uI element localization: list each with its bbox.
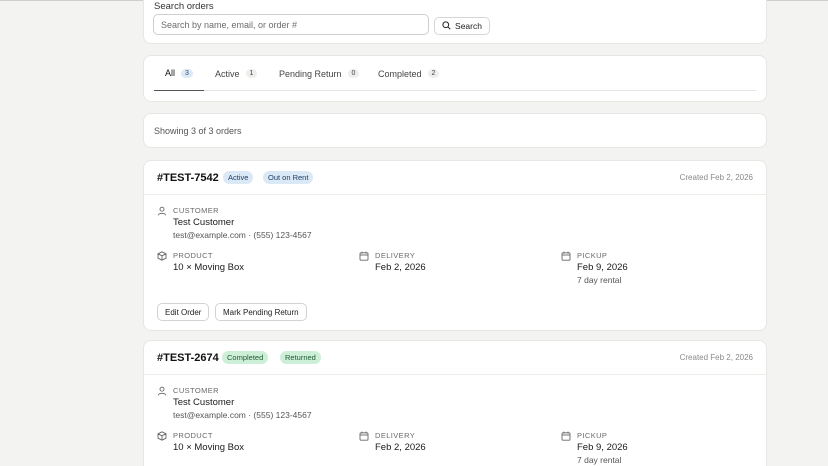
delivery-block: DELIVERY Feb 2, 2026	[375, 251, 426, 273]
results-summary-card: Showing 3 of 3 orders	[143, 113, 767, 148]
tab-pending-return[interactable]: Pending Return 0	[268, 56, 370, 91]
calendar-icon	[359, 431, 369, 441]
pickup-date: Feb 9, 2026	[577, 442, 628, 453]
tab-active[interactable]: Active 1	[204, 56, 268, 91]
customer-name: Test Customer	[173, 397, 235, 408]
status-badge: Completed	[222, 351, 269, 364]
tab-count: 3	[181, 68, 193, 78]
customer-block: CUSTOMER Test Customer test@example.com …	[173, 206, 312, 240]
product-block: PRODUCT 10 × Moving Box	[173, 431, 244, 453]
customer-name: Test Customer	[173, 217, 235, 228]
substatus-badge: Returned	[280, 351, 321, 364]
rental-duration: 7 day rental	[577, 455, 622, 465]
tab-count: 2	[427, 69, 440, 78]
product-label: PRODUCT	[173, 431, 213, 440]
delivery-date: Feb 2, 2026	[375, 442, 426, 453]
calendar-icon	[561, 251, 571, 261]
box-icon	[157, 251, 167, 261]
tab-label: Pending Return	[279, 68, 342, 79]
mark-pending-return-button[interactable]: Mark Pending Return	[215, 303, 307, 321]
rental-duration: 7 day rental	[577, 275, 622, 285]
customer-label: CUSTOMER	[173, 386, 219, 395]
tab-label: All	[165, 68, 176, 78]
pickup-label: PICKUP	[577, 251, 608, 260]
created-date: Created Feb 2, 2026	[679, 353, 753, 362]
product-block: PRODUCT 10 × Moving Box	[173, 251, 244, 273]
user-icon	[157, 206, 167, 216]
substatus-badge: Out on Rent	[263, 171, 314, 184]
search-label: Search orders	[154, 1, 214, 12]
order-tabs: All 3 Active 1 Pending Return 0 Complete…	[154, 56, 756, 91]
customer-block: CUSTOMER Test Customer test@example.com …	[173, 386, 312, 420]
results-count: Showing 3 of 3 orders	[154, 126, 242, 136]
order-header: #TEST-7542 Active Out on Rent Created Fe…	[144, 161, 766, 195]
delivery-block: DELIVERY Feb 2, 2026	[375, 431, 426, 453]
user-icon	[157, 386, 167, 396]
status-badge: Active	[223, 171, 254, 184]
tab-label: Active	[215, 68, 240, 79]
pickup-block: PICKUP Feb 9, 2026 7 day rental	[577, 251, 628, 285]
order-id: #TEST-2674	[157, 352, 219, 364]
customer-label: CUSTOMER	[173, 206, 219, 215]
search-button[interactable]: Search	[434, 17, 490, 35]
tab-all[interactable]: All 3	[154, 56, 204, 91]
product-value: 10 × Moving Box	[173, 262, 245, 273]
order-header: #TEST-2674 Completed Returned Created Fe…	[144, 341, 766, 375]
tab-completed[interactable]: Completed 2	[367, 56, 450, 91]
search-button-label: Search	[455, 21, 482, 31]
tabs-card: All 3 Active 1 Pending Return 0 Complete…	[143, 55, 767, 102]
pickup-label: PICKUP	[577, 431, 608, 440]
order-id: #TEST-7542	[157, 172, 219, 184]
pickup-block: PICKUP Feb 9, 2026 7 day rental	[577, 431, 628, 465]
customer-contact: test@example.com · (555) 123-4567	[173, 230, 312, 240]
product-value: 10 × Moving Box	[173, 442, 245, 453]
order-card: #TEST-7542 Active Out on Rent Created Fe…	[143, 160, 767, 331]
calendar-icon	[561, 431, 571, 441]
tab-label: Completed	[378, 68, 422, 79]
pickup-date: Feb 9, 2026	[577, 262, 628, 273]
search-card: Search orders Search	[143, 0, 767, 44]
product-label: PRODUCT	[173, 251, 213, 260]
delivery-label: DELIVERY	[375, 431, 416, 440]
tab-count: 0	[347, 69, 360, 78]
calendar-icon	[359, 251, 369, 261]
search-input[interactable]	[153, 14, 429, 35]
search-icon	[442, 20, 451, 32]
delivery-date: Feb 2, 2026	[375, 262, 426, 273]
edit-order-button[interactable]: Edit Order	[157, 303, 210, 321]
created-date: Created Feb 2, 2026	[679, 173, 753, 182]
tab-count: 1	[245, 69, 258, 78]
box-icon	[157, 431, 167, 441]
order-card: #TEST-2674 Completed Returned Created Fe…	[143, 340, 767, 466]
customer-contact: test@example.com · (555) 123-4567	[173, 410, 312, 420]
delivery-label: DELIVERY	[375, 251, 416, 260]
